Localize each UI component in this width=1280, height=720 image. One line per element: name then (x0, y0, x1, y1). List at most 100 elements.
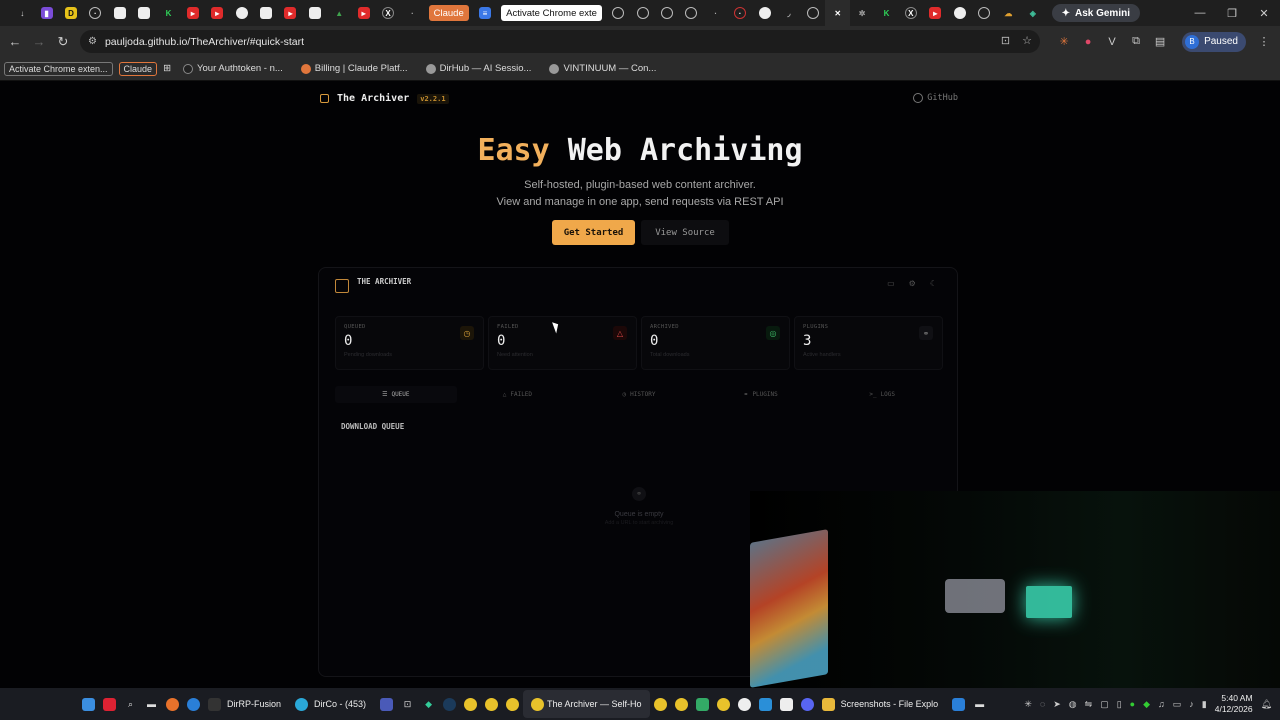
view-source-button[interactable]: View Source (641, 220, 729, 245)
tab-icon[interactable]: ▸ (181, 0, 205, 26)
notification-bell-icon[interactable]: 🔔︎ (1261, 699, 1272, 710)
start-icon[interactable] (78, 688, 99, 720)
bookmark-item[interactable]: Billing | Claude Platf... (300, 63, 408, 74)
bookmark-item[interactable]: Claude (118, 61, 158, 76)
tab-icon[interactable]: ▸ (205, 0, 229, 26)
close-icon[interactable]: ✕ (825, 0, 850, 26)
tab-icon[interactable] (230, 0, 254, 26)
taskbar-item-active[interactable]: The Archiver — Self-Ho (523, 690, 650, 718)
bookmark-item[interactable]: Your Authtoken - n... (183, 63, 283, 74)
search-icon[interactable]: ⌕ (120, 688, 141, 720)
chrome-icon[interactable] (713, 688, 734, 720)
tray-icon[interactable]: ✳ (1024, 699, 1032, 710)
site-info-icon[interactable]: ⚙ (88, 36, 97, 47)
clock[interactable]: 5:40 AM 4/12/2026 (1215, 693, 1253, 715)
tab-claude[interactable]: Claude (428, 5, 469, 21)
telegram-icon[interactable]: ➤ (1053, 699, 1061, 710)
app-icon[interactable] (376, 688, 397, 720)
extensions-puzzle-icon[interactable]: ⧉ (1124, 35, 1148, 48)
tab-icon[interactable] (606, 0, 630, 26)
network-icon[interactable]: ▭ (1173, 699, 1182, 710)
tab-icon[interactable]: ☁ (996, 0, 1020, 26)
address-bar[interactable]: ⚙ pauljoda.github.io/TheArchiver/#quick-… (80, 30, 1040, 53)
chrome-icon[interactable] (671, 688, 692, 720)
tab-icon[interactable]: K (156, 0, 180, 26)
apps-grid-icon[interactable]: ⊞ (163, 63, 171, 74)
extension-claude-icon[interactable]: ✳ (1052, 35, 1076, 48)
battery-icon[interactable]: ▯ (1117, 699, 1122, 710)
app-icon[interactable] (99, 688, 120, 720)
folder-icon[interactable] (818, 688, 839, 720)
window-close-icon[interactable]: ✕ (1248, 7, 1280, 20)
extension-v-icon[interactable]: V (1100, 36, 1124, 48)
tab-icon[interactable]: ▸ (351, 0, 375, 26)
get-started-button[interactable]: Get Started (552, 220, 635, 245)
app-icon[interactable] (692, 688, 713, 720)
tab-icon[interactable]: ◈ (1021, 0, 1045, 26)
tab-icon[interactable] (132, 0, 156, 26)
profile-button[interactable]: B Paused (1182, 31, 1246, 52)
tab-icon[interactable]: ◞ (777, 0, 801, 26)
tab-icon[interactable] (655, 0, 679, 26)
site-brand[interactable]: The Archiver v2.2.1 (320, 93, 449, 104)
docs-icon[interactable]: ≡ (473, 0, 497, 26)
tab-failed[interactable]: △ FAILED (457, 386, 579, 403)
tab-activate-extension[interactable]: Activate Chrome exte (501, 5, 602, 21)
app-icon[interactable] (183, 688, 204, 720)
extension-icon[interactable]: ● (1076, 36, 1100, 48)
tab-icon[interactable]: ▸ (278, 0, 302, 26)
tab-icon[interactable]: · (400, 0, 424, 26)
tray-icon[interactable]: ● (1130, 699, 1135, 709)
app-icon[interactable] (734, 688, 755, 720)
settings-gear-icon[interactable]: ⚙ (909, 279, 916, 288)
forward-icon[interactable]: → (27, 34, 51, 49)
tab-icon[interactable]: · (728, 0, 752, 26)
vscode-icon[interactable] (948, 688, 969, 720)
tab-icon[interactable]: ▸ (923, 0, 947, 26)
tab-history[interactable]: ◷ HISTORY (578, 386, 700, 403)
tab-icon[interactable]: X (899, 0, 923, 26)
tab-icon[interactable] (303, 0, 327, 26)
ask-gemini-button[interactable]: ✦ Ask Gemini (1051, 4, 1140, 22)
chrome-icon[interactable] (460, 688, 481, 720)
terminal-icon[interactable] (204, 688, 225, 720)
tab-icon[interactable] (972, 0, 996, 26)
firefox-icon[interactable] (162, 688, 183, 720)
tab-icon[interactable] (752, 0, 776, 26)
app-icon[interactable]: ▬ (969, 688, 990, 720)
tray-icon[interactable]: ◍ (1069, 699, 1077, 710)
tab-icon[interactable]: · (83, 0, 107, 26)
tab-icon[interactable] (679, 0, 703, 26)
discord-icon[interactable] (797, 688, 818, 720)
tab-plugins[interactable]: ⚭ PLUGINS (700, 386, 822, 403)
bookmark-item[interactable]: Activate Chrome exten... (4, 61, 113, 76)
bookmark-star-icon[interactable]: ☆ (1022, 34, 1032, 47)
minimize-icon[interactable]: — (1184, 7, 1216, 19)
tray-icon[interactable]: ▢ (1100, 699, 1109, 710)
taskbar-item-label[interactable]: DirRP-Fusion (227, 699, 281, 709)
tray-icon[interactable]: ◆ (1143, 699, 1150, 710)
volume-icon[interactable]: ♪ (1189, 699, 1194, 709)
folder-icon[interactable]: ▭ (887, 279, 895, 288)
tab-icon[interactable]: D (59, 0, 83, 26)
bookmark-item[interactable]: DirHub — AI Sessio... (425, 63, 531, 74)
tab-icon[interactable] (630, 0, 654, 26)
bookmark-item[interactable]: VINTINUUM — Con... (549, 63, 656, 74)
chrome-icon[interactable] (502, 688, 523, 720)
app-icon[interactable] (776, 688, 797, 720)
chrome-icon[interactable] (291, 688, 312, 720)
side-panel-icon[interactable]: ▤ (1148, 35, 1172, 48)
tab-logs[interactable]: >_ LOGS (821, 386, 943, 403)
tab-icon[interactable] (801, 0, 825, 26)
tab-icon[interactable]: · (704, 0, 728, 26)
app-icon[interactable]: ▬ (141, 688, 162, 720)
reload-icon[interactable]: ↻ (51, 34, 75, 50)
app-icon[interactable]: ⊡ (397, 688, 418, 720)
tray-icon[interactable]: ◌ (1040, 699, 1045, 709)
taskbar-item-label[interactable]: Screenshots - File Explo (841, 699, 939, 709)
github-icon[interactable] (947, 0, 971, 26)
app-icon[interactable]: ◆ (418, 688, 439, 720)
tab-queue[interactable]: ☰ QUEUE (335, 386, 457, 403)
taskbar-item-label[interactable]: DirCo - (453) (314, 699, 366, 709)
chrome-icon[interactable] (650, 688, 671, 720)
